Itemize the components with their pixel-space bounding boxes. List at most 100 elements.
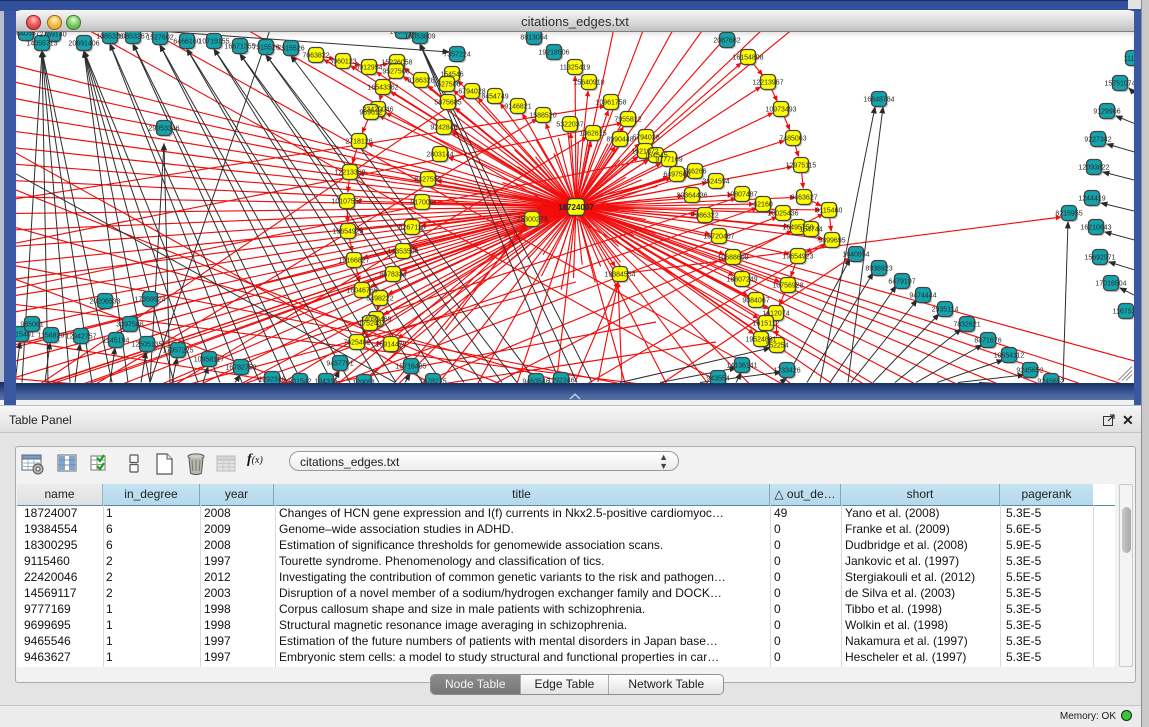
svg-text:9899695: 9899695 — [818, 237, 845, 244]
svg-text:10025436: 10025436 — [767, 210, 798, 217]
svg-text:16154808: 16154808 — [732, 54, 763, 61]
svg-text:10654112: 10654112 — [994, 352, 1025, 359]
svg-text:10107552: 10107552 — [331, 198, 362, 205]
svg-text:5322037: 5322037 — [556, 121, 583, 128]
svg-text:1292346: 1292346 — [258, 376, 285, 383]
svg-text:1588520: 1588520 — [529, 112, 556, 119]
svg-text:164744: 164744 — [799, 226, 822, 233]
svg-text:18724007: 18724007 — [558, 203, 594, 212]
svg-text:8454749: 8454749 — [481, 93, 508, 100]
svg-text:3397588: 3397588 — [116, 321, 143, 328]
svg-text:2718126: 2718126 — [345, 138, 372, 145]
svg-text:5498222: 5498222 — [366, 295, 393, 302]
svg-text:10807487: 10807487 — [726, 191, 757, 198]
svg-text:19654923: 19654923 — [332, 228, 363, 235]
svg-text:9245652: 9245652 — [1016, 367, 1043, 374]
svg-text:9084067: 9084067 — [742, 297, 769, 304]
svg-text:7485063: 7485063 — [779, 135, 806, 142]
svg-text:931542: 931542 — [288, 378, 311, 383]
svg-text:15226058: 15226058 — [381, 59, 412, 66]
svg-text:16046766: 16046766 — [346, 287, 377, 294]
svg-text:7986322: 7986322 — [691, 212, 718, 219]
svg-text:16782759: 16782759 — [225, 364, 256, 371]
svg-text:11172: 11172 — [1124, 55, 1134, 62]
svg-text:62160: 62160 — [753, 201, 773, 208]
svg-text:8813054: 8813054 — [520, 34, 547, 41]
svg-text:252254: 252254 — [765, 342, 788, 349]
svg-text:15751074: 15751074 — [1104, 80, 1134, 87]
svg-text:7357224: 7357224 — [443, 51, 470, 58]
svg-text:1145194: 1145194 — [103, 337, 130, 344]
svg-text:917006: 917006 — [410, 199, 433, 206]
svg-text:7625402: 7625402 — [343, 339, 370, 346]
svg-text:9129966: 9129966 — [1093, 108, 1120, 115]
svg-text:16053809: 16053809 — [404, 33, 435, 40]
svg-text:5875685: 5875685 — [434, 99, 461, 106]
svg-text:1156829: 1156829 — [38, 332, 65, 339]
svg-text:16648784: 16648784 — [863, 96, 894, 103]
svg-text:2087682: 2087682 — [713, 37, 740, 44]
svg-text:12505135: 12505135 — [131, 341, 162, 348]
svg-text:19654923: 19654923 — [782, 253, 813, 260]
svg-text:989612: 989612 — [359, 109, 382, 116]
svg-text:7515526: 7515526 — [252, 44, 279, 51]
svg-text:20364436: 20364436 — [676, 192, 707, 199]
svg-text:17359924: 17359924 — [134, 296, 165, 303]
svg-text:9245652: 9245652 — [1037, 378, 1064, 383]
svg-text:16671355: 16671355 — [224, 43, 255, 50]
svg-text:10973493: 10973493 — [765, 106, 796, 113]
svg-text:1640954: 1640954 — [842, 251, 869, 258]
svg-text:10961758: 10961758 — [595, 99, 626, 106]
svg-text:1678275: 1678275 — [419, 378, 446, 383]
svg-text:1244419: 1244419 — [1078, 195, 1105, 202]
svg-text:8267110: 8267110 — [399, 224, 426, 231]
svg-text:9474444: 9474444 — [909, 292, 936, 299]
svg-text:12975115: 12975115 — [786, 162, 817, 169]
svg-text:9242848: 9242848 — [430, 124, 457, 131]
svg-text:16914479: 16914479 — [375, 341, 406, 348]
svg-text:129051: 129051 — [352, 379, 375, 383]
svg-text:15640910: 15640910 — [573, 79, 604, 86]
svg-text:2769140: 2769140 — [39, 32, 66, 38]
svg-text:1733426: 1733426 — [773, 367, 800, 374]
svg-text:6466160: 6466160 — [173, 38, 200, 45]
svg-text:7832621: 7832621 — [953, 321, 980, 328]
svg-text:20691406: 20691406 — [68, 40, 99, 47]
svg-text:1362615: 1362615 — [579, 130, 606, 137]
svg-text:16543362: 16543362 — [367, 84, 398, 91]
svg-text:746266: 746266 — [683, 168, 706, 175]
svg-text:1292346: 1292346 — [547, 377, 574, 383]
svg-text:8938923: 8938923 — [865, 265, 892, 272]
svg-text:2803144: 2803144 — [426, 151, 453, 158]
svg-text:9463627: 9463627 — [790, 194, 817, 201]
svg-text:3915401: 3915401 — [16, 331, 35, 338]
svg-text:19166827: 19166827 — [338, 257, 369, 264]
svg-text:1527602: 1527602 — [146, 34, 173, 41]
svg-text:29053346: 29053346 — [148, 125, 179, 132]
svg-text:15716485: 15716485 — [395, 363, 426, 370]
svg-text:8912954: 8912954 — [355, 64, 382, 71]
svg-text:9527506: 9527506 — [433, 81, 460, 88]
svg-text:12093822: 12093822 — [1078, 164, 1109, 171]
svg-text:2935114: 2935114 — [932, 306, 959, 313]
svg-text:15720407: 15720407 — [703, 233, 734, 240]
svg-text:17016504: 17016504 — [1095, 280, 1126, 287]
svg-text:9227342: 9227342 — [1084, 136, 1111, 143]
svg-text:9777169: 9777169 — [655, 156, 682, 163]
svg-text:1615112: 1615112 — [753, 320, 780, 327]
svg-text:10756928: 10756928 — [772, 282, 803, 289]
svg-text:985061: 985061 — [20, 321, 43, 328]
svg-text:6794028: 6794028 — [632, 134, 659, 141]
svg-text:1612074: 1612074 — [762, 310, 789, 317]
svg-text:7955812: 7955812 — [614, 116, 641, 123]
svg-text:194315: 194315 — [314, 378, 337, 383]
svg-text:9527503: 9527503 — [382, 68, 409, 75]
svg-text:175243: 175243 — [358, 320, 381, 327]
svg-text:15692971: 15692971 — [1084, 254, 1115, 261]
svg-text:8215955: 8215955 — [1055, 210, 1082, 217]
svg-text:19218506: 19218506 — [538, 49, 569, 56]
svg-text:9146821: 9146821 — [504, 103, 531, 110]
svg-text:14055713: 14055713 — [26, 40, 57, 47]
svg-text:8427552: 8427552 — [414, 176, 441, 183]
svg-text:20206533: 20206533 — [89, 298, 120, 305]
